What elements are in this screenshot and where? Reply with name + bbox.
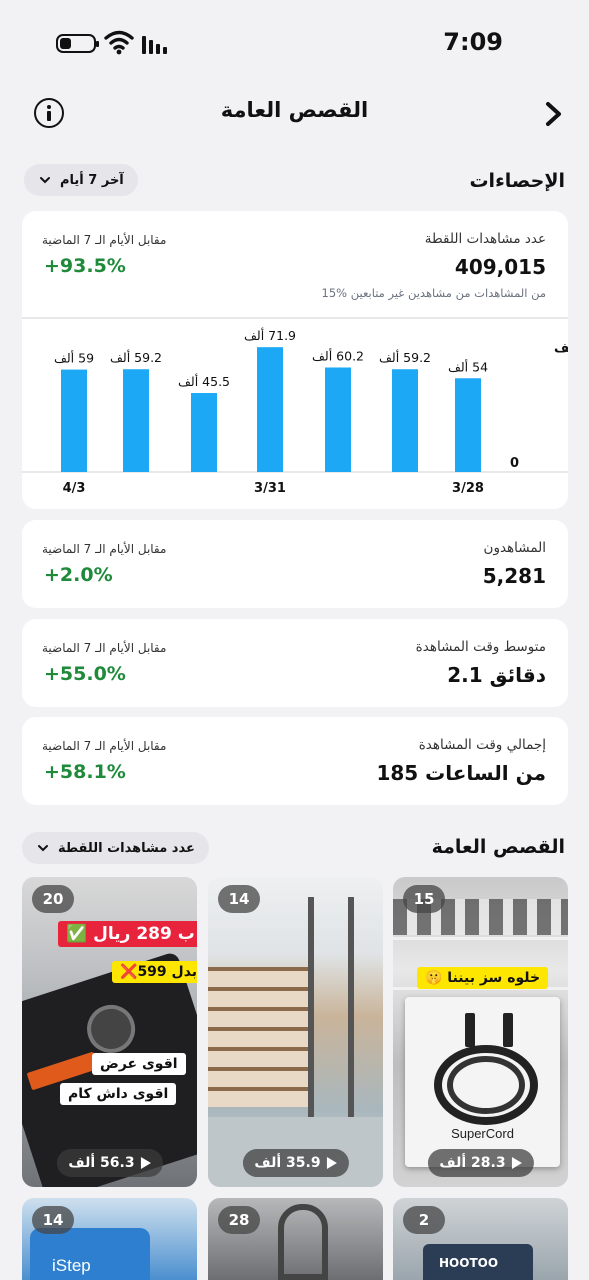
clock: 7:09 — [443, 28, 503, 56]
date-range-label: آخر 7 أيام — [60, 172, 124, 188]
date-range-dropdown[interactable]: آخر 7 أيام — [24, 164, 138, 196]
chart-data-label: 71.9 ألف — [244, 327, 296, 343]
stories-section-title: القصص العامة — [431, 836, 565, 858]
wifi-icon — [104, 30, 134, 55]
battery-icon — [56, 34, 99, 53]
viewers-compare-label: مقابل الأيام الـ 7 الماضية — [42, 542, 167, 556]
chart-x-tick-label: 4/3 — [63, 481, 86, 496]
cable-coil-image — [434, 1013, 538, 1125]
story-tile[interactable]: 14 35.9 ألف — [208, 877, 383, 1187]
chart-data-label: 60.2 ألف — [312, 347, 364, 363]
avg-watch-compare-label: مقابل الأيام الـ 7 الماضية — [42, 641, 167, 655]
impressions-bar-chart: 59 ألف 4/3 59.2 ألف 45.5 ألف 71.9 ألف 3/31 60.… — [22, 317, 568, 496]
chart-bar — [123, 369, 149, 472]
story-count-badge: 15 — [403, 885, 445, 913]
chart-bar — [191, 393, 217, 472]
total-watch-label: إجمالي وقت المشاهدة — [418, 737, 546, 753]
story-price-tag: ب 289 ريال ✅ — [58, 921, 197, 947]
story-count-badge: 28 — [218, 1206, 260, 1234]
chart-data-label: 45.5 ألف — [178, 373, 230, 389]
chart-bar — [257, 347, 283, 472]
story-views-pill: 28.3 ألف — [427, 1149, 534, 1177]
page-title: القصص العامة — [220, 98, 369, 122]
brand-label: HOOTOO — [439, 1256, 499, 1270]
total-watch-time-card: إجمالي وقت المشاهدة 185 من الساعات مقابل… — [22, 717, 568, 805]
story-caption: اقوى عرض — [92, 1053, 186, 1075]
impressions-compare-label: مقابل الأيام الـ 7 الماضية — [42, 233, 167, 247]
story-views-pill: 35.9 ألف — [242, 1149, 349, 1177]
chart-y-tick-label: 0 — [510, 456, 519, 471]
story-views-pill: 56.3 ألف — [56, 1149, 163, 1177]
story-count-badge: 2 — [403, 1206, 445, 1234]
story-tile[interactable]: iStep 14 — [22, 1198, 197, 1280]
chart-bar — [325, 367, 351, 472]
story-caption: اقوى داش كام — [60, 1083, 177, 1105]
story-tile[interactable]: ب 289 ريال ✅ بدل 599❌ اقوى عرض اقوى داش … — [22, 877, 197, 1187]
impressions-note: 15% من المشاهدات من مشاهدين غير متابعين — [321, 286, 546, 300]
story-caption-tag: خلوه سز بيننا 🤫 — [417, 967, 549, 989]
chart-y-tick-label: 72 ألف — [554, 339, 568, 356]
chart-bar — [61, 369, 87, 472]
play-icon — [511, 1157, 522, 1169]
story-count-badge: 14 — [218, 885, 260, 913]
impressions-change: +93.5% — [44, 255, 126, 277]
avg-watch-change: +55.0% — [44, 663, 126, 685]
chart-data-label: 59 ألف — [54, 350, 94, 366]
viewers-card: المشاهدون 5,281 مقابل الأيام الـ 7 الماض… — [22, 520, 568, 608]
impressions-card: عدد مشاهدات اللقطة 409,015 15% من المشاه… — [22, 211, 568, 509]
chart-bar — [455, 378, 481, 472]
avg-watch-value: 2.1 دقائق — [447, 663, 546, 687]
chart-x-tick-label: 3/31 — [254, 481, 286, 496]
status-bar: 7:09 — [0, 0, 589, 88]
total-watch-change: +58.1% — [44, 761, 126, 783]
chevron-down-icon — [38, 845, 48, 852]
story-old-price-tag: بدل 599❌ — [112, 961, 197, 983]
product-name: SuperCord — [451, 1126, 514, 1141]
viewers-label: المشاهدون — [483, 540, 546, 556]
viewers-change: +2.0% — [44, 564, 113, 586]
back-chevron-icon[interactable] — [543, 100, 565, 128]
chart-data-label: 54 ألف — [448, 358, 488, 374]
cellular-signal-icon — [142, 36, 167, 54]
chart-data-label: 59.2 ألف — [110, 349, 162, 365]
store-shelves-image — [208, 967, 308, 1107]
sort-dropdown[interactable]: عدد مشاهدات اللقطة — [22, 832, 209, 864]
product-box-image: SuperCord — [405, 997, 560, 1167]
story-count-badge: 20 — [32, 885, 74, 913]
chart-x-tick-label: 3/28 — [452, 481, 484, 496]
chart-data-label: 59.2 ألف — [379, 349, 431, 365]
brand-label: iStep — [52, 1256, 91, 1275]
total-watch-compare-label: مقابل الأيام الـ 7 الماضية — [42, 739, 167, 753]
impressions-value: 409,015 — [454, 255, 546, 279]
stats-section-title: الإحصاءات — [469, 170, 565, 192]
story-tile[interactable]: HOOTOO 2 — [393, 1198, 568, 1280]
play-icon — [140, 1157, 151, 1169]
avg-watch-time-card: متوسط وقت المشاهدة 2.1 دقائق مقابل الأيا… — [22, 619, 568, 707]
chevron-down-icon — [40, 177, 50, 184]
play-icon — [326, 1157, 337, 1169]
story-tile[interactable]: SuperCord خلوه سز بيننا 🤫 15 28.3 ألف — [393, 877, 568, 1187]
avg-watch-label: متوسط وقت المشاهدة — [415, 639, 546, 655]
viewers-value: 5,281 — [482, 564, 546, 588]
story-tile[interactable]: 28 — [208, 1198, 383, 1280]
top-bar: القصص العامة — [0, 88, 589, 138]
total-watch-value: 185 من الساعات — [376, 761, 546, 785]
story-count-badge: 14 — [32, 1206, 74, 1234]
chart-bar — [392, 369, 418, 472]
impressions-label: عدد مشاهدات اللقطة — [424, 231, 546, 247]
sort-label: عدد مشاهدات اللقطة — [58, 840, 195, 856]
